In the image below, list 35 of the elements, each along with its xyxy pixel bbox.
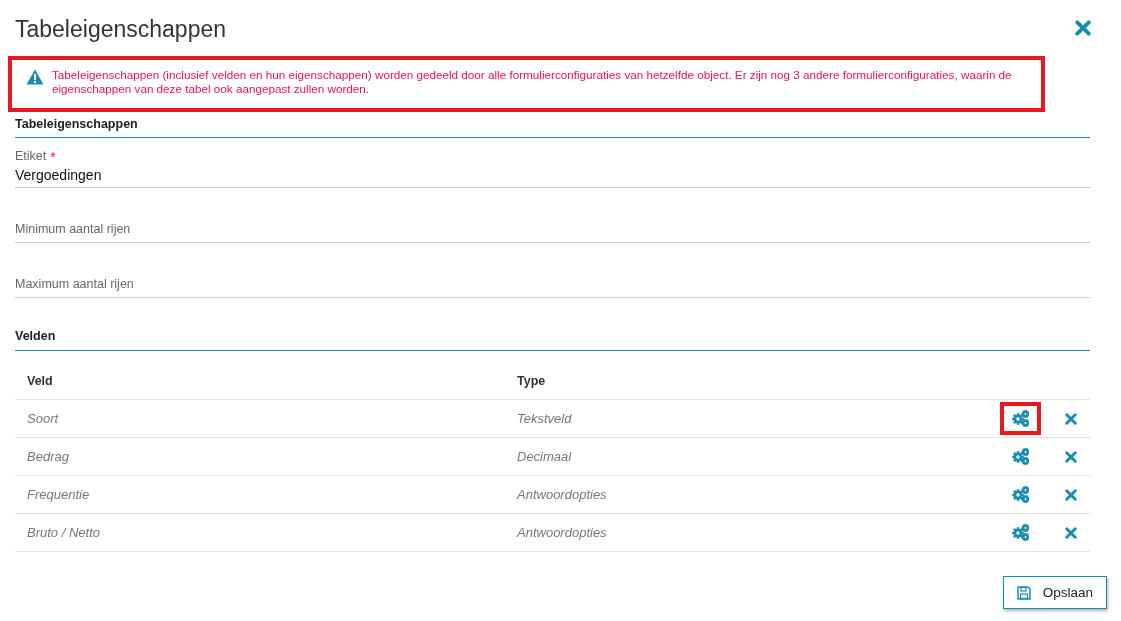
dialog-title: Tabeleigenschappen [15, 14, 226, 43]
table-cell-text: Decimaal [517, 449, 573, 464]
close-icon [1065, 526, 1077, 539]
settings-icon [1012, 524, 1029, 541]
section-heading: Velden [15, 324, 1090, 351]
input-field[interactable]: Maximum aantal rijen [15, 243, 1090, 298]
table-cell-text: Bedrag [27, 449, 70, 464]
field-label: Etiket [15, 149, 47, 165]
table-cell-text: Soort [27, 411, 60, 426]
warning-text: Tabeleigenschappen (inclusief velden en hun eigenschappen) worden gedeeld door alle formulierconfiguraties van hetzelfde object. Er zijn nog 3 andere formulierconfiguraties, waarin de eigenschappen van deze tabel ook aangepast zullen worden. [52, 68, 1013, 96]
field-label: Maximum aantal rijen [15, 277, 134, 291]
table-cell-text: Antwoordopties [517, 487, 608, 502]
close-icon [1065, 412, 1077, 425]
close-button[interactable] [1073, 18, 1093, 38]
settings-button[interactable] [1000, 402, 1041, 435]
field-value: Vergoedingen [15, 167, 103, 183]
close-icon [1075, 20, 1091, 36]
column-header: Veld [27, 374, 54, 388]
save-button[interactable]: Opslaan [1002, 576, 1107, 609]
required-mark: * [50, 149, 56, 165]
section-heading: Tabeleigenschappen [15, 112, 1090, 138]
settings-icon [1012, 448, 1029, 465]
table-cell-text: Tekstveld [517, 411, 573, 426]
field-label: Minimum aantal rijen [15, 222, 131, 236]
input-field[interactable]: Minimum aantal rijen [15, 188, 1090, 243]
input-field[interactable]: Etiket * Vergoedingen [15, 138, 1090, 188]
settings-icon [1012, 486, 1029, 503]
column-header: Type [517, 374, 547, 388]
table-cell-text: Frequentie [27, 487, 91, 502]
warning-icon [26, 69, 44, 85]
close-icon [1065, 488, 1077, 501]
table-cell-text: Bruto / Netto [27, 525, 101, 540]
settings-icon [1012, 410, 1029, 427]
table-cell-text: Antwoordopties [517, 525, 608, 540]
close-icon [1065, 450, 1077, 463]
